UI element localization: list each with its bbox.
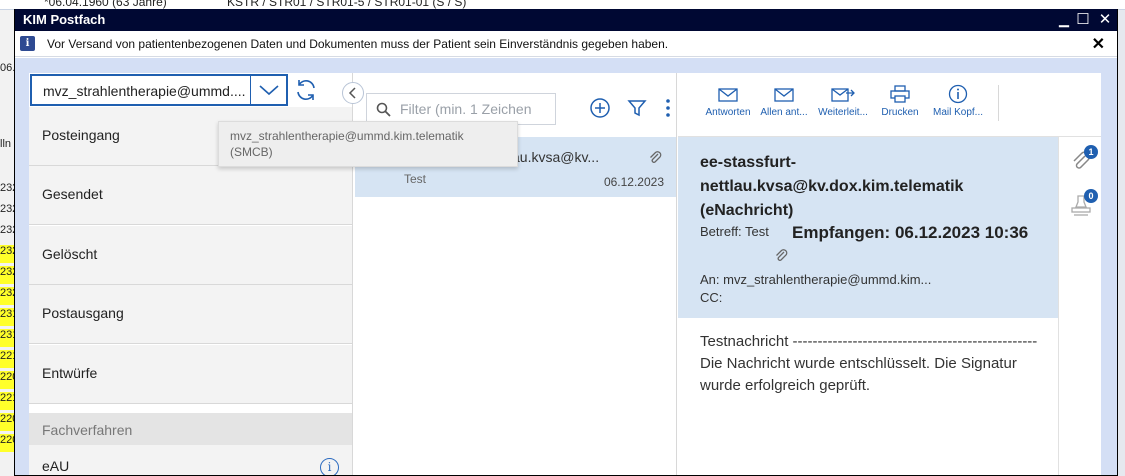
printer-icon [876, 81, 924, 107]
background-cell: 221 [0, 392, 14, 410]
background-cell: 232 [0, 266, 14, 284]
filter-placeholder: Filter (min. 1 Zeichen [400, 101, 532, 117]
toolbar-divider [998, 85, 999, 121]
message-from: au.kvsa@kv... [512, 149, 600, 165]
background-cell: 232 [0, 287, 14, 305]
mailbox-select[interactable]: mvz_strahlentherapie@ummd.... [30, 74, 288, 106]
message-body-prefix: Testnachricht --------------------------… [700, 333, 1038, 350]
folder-label: Gelöscht [42, 246, 98, 262]
info-circle-icon[interactable]: i [320, 458, 339, 475]
reply-label: Antworten [705, 107, 751, 118]
mailbox-tooltip: mvz_strahlentherapie@ummd.kim.telematik … [218, 121, 518, 167]
info-bar: i Vor Versand von patientenbezogenen Dat… [15, 31, 1117, 57]
message-subject: Test [404, 172, 427, 186]
print-button[interactable]: Drucken [876, 81, 924, 131]
info-icon: i [20, 36, 35, 51]
background-cell: 221 [0, 350, 14, 368]
tooltip-address: mvz_strahlentherapie@ummd.kim.telematik [230, 129, 464, 143]
signatures-button[interactable]: 0 [1070, 189, 1098, 219]
info-message: Vor Versand von patientenbezogenen Daten… [47, 37, 669, 51]
reading-pane: Antworten Allen ant... Weiterleit... Dru… [678, 73, 1101, 475]
reply-all-button[interactable]: Allen ant... [758, 81, 810, 131]
message-body: Testnachricht --------------------------… [700, 331, 1040, 397]
background-cell: 232 [0, 182, 14, 194]
folder-postausgang[interactable]: Postausgang [29, 285, 352, 344]
section-fachverfahren: Fachverfahren [29, 413, 352, 445]
attachments-count: 1 [1084, 145, 1098, 159]
side-divider [1058, 137, 1059, 475]
message-body-text: Die Nachricht wurde entschlüsselt. Die S… [700, 355, 1017, 394]
background-cell: 231 [0, 308, 14, 326]
folder-label: Entwürfe [42, 365, 98, 381]
background-cell: lln [0, 138, 12, 150]
background-cell: 220 [0, 413, 14, 431]
message-sender: ee-stassfurt-nettlau.kvsa@kv.dox.kim.tel… [700, 154, 964, 219]
add-icon[interactable] [588, 95, 612, 121]
signatures-count: 0 [1084, 189, 1098, 203]
print-label: Drucken [881, 107, 919, 118]
folder-eau[interactable]: eAU i [29, 445, 352, 475]
window-close-button[interactable]: ✕ [1094, 9, 1116, 31]
chevron-down-icon[interactable] [250, 76, 286, 104]
message-header: ee-stassfurt-nettlau.kvsa@kv.dox.kim.tel… [678, 137, 1058, 318]
search-icon [376, 102, 391, 117]
info-circle-icon [930, 81, 986, 107]
maximize-button[interactable]: ☐ [1072, 9, 1094, 31]
reading-toolbar: Antworten Allen ant... Weiterleit... Dru… [678, 73, 1101, 137]
reply-mail-icon [702, 81, 754, 107]
mail-content: Posteingang Gesendet Gelöscht Postausgan… [29, 73, 1101, 475]
reply-all-mail-icon [758, 81, 810, 107]
folder-entwuerfe[interactable]: Entwürfe [29, 345, 352, 404]
background-cell: 220 [0, 434, 14, 452]
background-cell: 232 [0, 245, 14, 263]
attachments-button[interactable]: 1 [1070, 145, 1098, 175]
mail-header-label: Mail Kopf... [932, 107, 984, 118]
background-left-column: 06. lln 232 232 232 232 232 232 231 231 221 220 221 2… [0, 10, 14, 476]
folder-geloescht[interactable]: Gelöscht [29, 226, 352, 285]
patient-info: *06.04.1960 (63 Jahre) [44, 0, 167, 9]
tooltip-type: (SMCB) [230, 145, 273, 159]
background-cell: 06. [0, 62, 14, 74]
mail-header-button[interactable]: Mail Kopf... [930, 81, 986, 131]
reply-button[interactable]: Antworten [702, 81, 754, 131]
section-label: Fachverfahren [42, 422, 133, 438]
folder-gesendet[interactable]: Gesendet [29, 166, 352, 225]
attachment-icon [650, 151, 662, 163]
background-cell: 231 [0, 329, 14, 347]
folder-label: Postausgang [42, 305, 124, 321]
collapse-pane-button[interactable] [342, 82, 364, 104]
message-date: 06.12.2023 [603, 175, 664, 189]
refresh-icon[interactable] [293, 77, 319, 103]
forward-label: Weiterleit... [818, 107, 868, 118]
message-subject-line: Betreff: Test [700, 224, 769, 239]
kim-postfach-window: KIM Postfach ▁ ☐ ✕ i Vor Versand von pat… [14, 9, 1118, 476]
folder-label: Gesendet [42, 186, 103, 202]
mailbox-value: mvz_strahlentherapie@ummd.... [43, 83, 246, 99]
info-close-button[interactable]: ✕ [1092, 34, 1105, 54]
folder-label: eAU [42, 458, 70, 474]
background-cell: 220 [0, 371, 14, 389]
station-info: KSTR / STR01 / STR01-5 / STR01-01 (S / S… [227, 0, 467, 9]
background-cell: 232 [0, 203, 14, 215]
window-title: KIM Postfach [15, 9, 1117, 31]
filter-icon[interactable] [625, 95, 649, 121]
folder-label: Posteingang [42, 127, 120, 143]
more-options-icon[interactable] [656, 95, 680, 121]
message-to: An: mvz_strahlentherapie@ummd.kim... [700, 272, 932, 287]
forward-mail-icon [814, 81, 872, 107]
background-cell: 232 [0, 224, 14, 236]
message-received: Empfangen: 06.12.2023 10:36 [792, 223, 1029, 242]
chevron-left-icon [348, 87, 356, 99]
reply-all-label: Allen ant... [760, 107, 808, 118]
message-cc: CC: [700, 290, 723, 305]
forward-button[interactable]: Weiterleit... [814, 81, 872, 131]
attachment-icon [776, 249, 788, 261]
